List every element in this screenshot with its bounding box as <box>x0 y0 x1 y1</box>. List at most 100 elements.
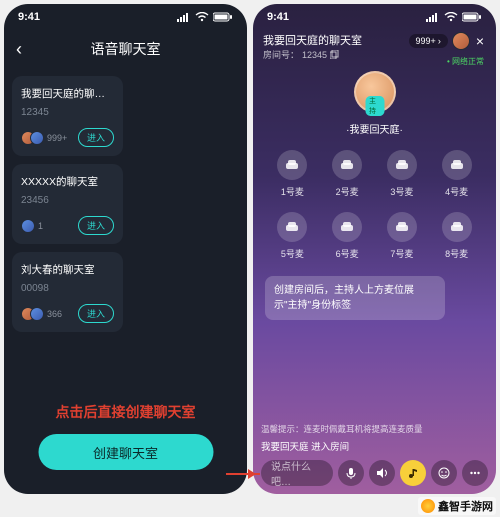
back-icon[interactable]: ‹ <box>16 39 22 60</box>
seat-label: 8号麦 <box>445 247 468 260</box>
listener-count-pill[interactable]: 999+ › <box>409 34 448 48</box>
watermark-text: 鑫智手游网 <box>438 498 493 514</box>
emoji-icon <box>438 467 450 479</box>
info-bubble: 创建房间后，主持人上方麦位展示"主持"身份标签 <box>265 276 445 320</box>
seat[interactable]: 3号麦 <box>375 150 430 198</box>
room-card-avatars: 366 <box>21 307 62 321</box>
page-title: 语音聊天室 <box>91 39 161 59</box>
seat-label: 4号麦 <box>445 185 468 198</box>
room-card-avatars: 999+ <box>21 131 67 145</box>
enter-notice: 我要回天庭 进入房间 <box>261 439 488 453</box>
seat-label: 5号麦 <box>281 247 304 260</box>
room-card-id: 12345 <box>21 107 114 118</box>
mic-button[interactable] <box>338 460 364 486</box>
sofa-icon <box>285 220 299 234</box>
chat-input[interactable]: 说点什么吧… <box>261 460 333 486</box>
room-card-title: XXXXX的聊天室 <box>21 174 114 189</box>
seat-grid: 1号麦 2号麦 3号麦 4号麦 5号麦 6号麦 7号麦 8号麦 <box>253 150 496 260</box>
annotation-text: 点击后直接创建聊天室 <box>4 402 247 422</box>
room-name: 我要回天庭的聊天室 <box>263 32 362 48</box>
host-area: 主持 ·我要回天庭· <box>253 71 496 136</box>
host-avatar[interactable]: 主持 <box>354 71 396 113</box>
enter-button[interactable]: 进入 <box>78 304 114 323</box>
room-card[interactable]: 我要回天庭的聊天室 12345 999+ 进入 <box>12 76 123 156</box>
music-button[interactable] <box>400 460 426 486</box>
sofa-icon <box>285 158 299 172</box>
status-icons <box>177 12 233 22</box>
wifi-icon <box>444 12 458 22</box>
close-icon[interactable]: × <box>474 33 486 49</box>
host-name: ·我要回天庭· <box>346 121 403 136</box>
input-row: 说点什么吧… <box>261 460 488 486</box>
seat[interactable]: 2号麦 <box>320 150 375 198</box>
battery-icon <box>213 12 233 22</box>
mic-icon <box>345 467 357 479</box>
room-card[interactable]: XXXXX的聊天室 23456 1 进入 <box>12 164 123 244</box>
room-bottom: 温馨提示：连麦时佩戴耳机将提高连麦质量 我要回天庭 进入房间 说点什么吧… <box>253 423 496 486</box>
status-icons <box>426 12 482 22</box>
avatar-icon <box>30 131 44 145</box>
tip-text: 温馨提示：连麦时佩戴耳机将提高连麦质量 <box>261 423 488 435</box>
sofa-icon <box>340 220 354 234</box>
music-icon <box>407 467 419 479</box>
annotation-arrow <box>226 473 260 475</box>
watermark-logo-icon <box>421 499 435 513</box>
emoji-button[interactable] <box>431 460 457 486</box>
phone-room: 9:41 我要回天庭的聊天室 房间号： 12345 999+ › <box>253 4 496 494</box>
room-header: 我要回天庭的聊天室 房间号： 12345 999+ › × • 网络正常 <box>253 30 496 61</box>
more-icon <box>469 467 481 479</box>
avatar-icon[interactable] <box>452 32 470 50</box>
avatar-icon <box>21 219 35 233</box>
room-card-count: 1 <box>38 221 43 231</box>
sofa-icon <box>340 158 354 172</box>
status-bar: 9:41 <box>253 4 496 30</box>
speaker-icon <box>376 467 388 479</box>
seat[interactable]: 4号麦 <box>429 150 484 198</box>
seat[interactable]: 5号麦 <box>265 212 320 260</box>
network-status: • 网络正常 <box>447 56 484 67</box>
wifi-icon <box>195 12 209 22</box>
sofa-icon <box>395 158 409 172</box>
room-card-count: 366 <box>47 309 62 319</box>
status-time: 9:41 <box>18 11 40 23</box>
seat[interactable]: 6号麦 <box>320 212 375 260</box>
chevron-right-icon: › <box>438 36 441 46</box>
create-room-button[interactable]: 创建聊天室 <box>38 434 213 470</box>
sofa-icon <box>395 220 409 234</box>
signal-icon <box>426 12 440 22</box>
more-button[interactable] <box>462 460 488 486</box>
room-card-id: 23456 <box>21 195 114 206</box>
seat-label: 3号麦 <box>390 185 413 198</box>
room-card-avatars: 1 <box>21 219 43 233</box>
room-card-title: 刘大春的聊天室 <box>21 262 114 277</box>
avatar-icon <box>30 307 44 321</box>
status-bar: 9:41 <box>4 4 247 30</box>
room-card-title: 我要回天庭的聊天室 <box>21 86 114 101</box>
status-time: 9:41 <box>267 11 289 23</box>
speaker-button[interactable] <box>369 460 395 486</box>
phone-chat-list: 9:41 ‹ 语音聊天室 我要回天庭的聊天室 12345 999+ <box>4 4 247 494</box>
seat[interactable]: 7号麦 <box>375 212 430 260</box>
copy-icon[interactable] <box>330 50 339 59</box>
seat[interactable]: 1号麦 <box>265 150 320 198</box>
nav-bar: ‹ 语音聊天室 <box>4 30 247 68</box>
host-badge: 主持 <box>365 96 384 116</box>
room-id: 房间号： 12345 <box>263 48 362 61</box>
battery-icon <box>462 12 482 22</box>
room-card-count: 999+ <box>47 133 67 143</box>
room-card[interactable]: 刘大春的聊天室 00098 366 进入 <box>12 252 123 332</box>
sofa-icon <box>450 220 464 234</box>
enter-button[interactable]: 进入 <box>78 216 114 235</box>
enter-button[interactable]: 进入 <box>78 128 114 147</box>
seat-label: 2号麦 <box>336 185 359 198</box>
chat-placeholder: 说点什么吧… <box>271 458 323 488</box>
watermark: 鑫智手游网 <box>418 497 496 515</box>
room-card-grid: 我要回天庭的聊天室 12345 999+ 进入 XXXXX的聊天室 23456 <box>4 68 247 340</box>
signal-icon <box>177 12 191 22</box>
room-card-id: 00098 <box>21 283 114 294</box>
seat-label: 6号麦 <box>336 247 359 260</box>
seat[interactable]: 8号麦 <box>429 212 484 260</box>
sofa-icon <box>450 158 464 172</box>
seat-label: 1号麦 <box>281 185 304 198</box>
seat-label: 7号麦 <box>390 247 413 260</box>
